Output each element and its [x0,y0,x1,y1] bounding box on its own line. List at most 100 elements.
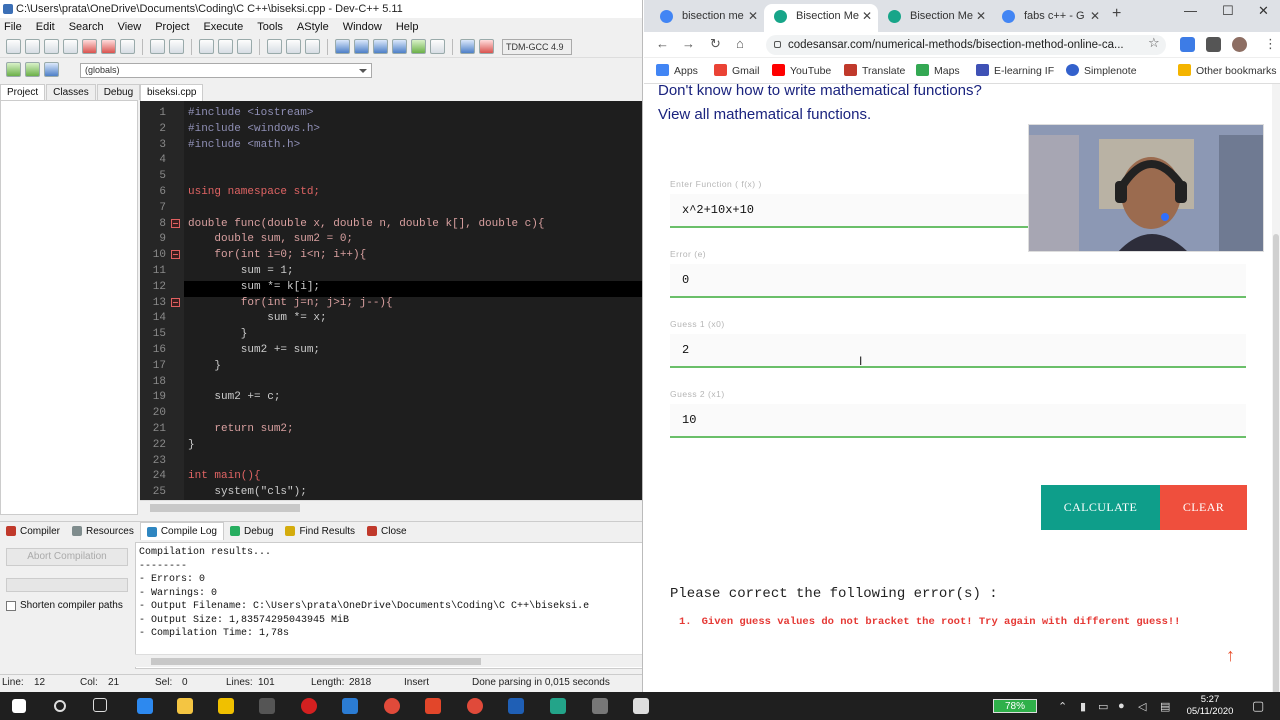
bookmark-youtube[interactable]: YouTube [772,64,831,77]
tray-keyboard-icon[interactable]: ▤ [1160,700,1170,713]
error-input[interactable]: 0 [670,264,1246,298]
tray-usb-icon[interactable]: ▮ [1080,700,1086,713]
forward-icon[interactable] [286,39,301,54]
tab-close[interactable]: Close [361,522,413,540]
profile-avatar[interactable] [1232,37,1247,52]
abort-compilation-button[interactable]: Abort Compilation [6,548,128,566]
bookmark-gmail[interactable]: Gmail [714,64,759,77]
bookmark-elearning[interactable]: E-learning IF [976,64,1054,77]
system-clock[interactable]: 5:27 05/11/2020 [1180,694,1240,718]
opera-icon[interactable] [301,698,317,714]
project-options-icon[interactable] [44,61,59,77]
print-icon[interactable] [120,39,135,54]
file-explorer-icon[interactable] [177,698,193,714]
find-icon[interactable] [199,39,214,54]
menu-help[interactable]: Help [396,21,419,33]
save-all-icon[interactable] [63,39,78,54]
project-panel[interactable] [0,100,138,515]
menu-execute[interactable]: Execute [203,21,243,33]
shorten-paths-checkbox[interactable] [6,600,16,611]
window-close-icon[interactable]: ✕ [1258,3,1269,19]
globals-dropdown[interactable]: (globals) [80,63,372,78]
menu-kebab-icon[interactable]: ⋮ [1264,36,1277,52]
back-icon[interactable]: ← [656,36,669,51]
search-icon[interactable] [54,700,66,712]
maximize-icon[interactable]: ☐ [1222,3,1234,19]
clear-button[interactable]: CLEAR [1160,485,1247,530]
debug-icon[interactable] [479,39,494,54]
goto-line-icon[interactable] [237,39,252,54]
bookmark-icon[interactable] [305,39,320,54]
tab-project[interactable]: Project [0,84,46,100]
view-functions-link[interactable]: View all mathematical functions. [658,106,871,123]
tray-up-icon[interactable]: ⌃ [1058,700,1067,713]
browser-tab-active[interactable]: Bisection Me ✕ [764,4,878,32]
fold-toggle-icon[interactable] [171,250,180,260]
bookmark-apps[interactable]: Apps [656,64,698,77]
guess2-input[interactable]: 10 [670,404,1246,438]
tab-debug[interactable]: Debug [96,84,141,100]
calculate-button[interactable]: CALCULATE [1041,485,1160,530]
page-vertical-scrollbar[interactable] [1272,84,1280,692]
menu-astyle[interactable]: AStyle [297,21,329,33]
browser-tab[interactable]: Bisection Me ✕ [878,4,992,32]
new-tab-icon[interactable]: + [1112,5,1121,23]
undo-icon[interactable] [150,39,165,54]
home-icon[interactable]: ⌂ [736,36,744,51]
add-to-project-icon[interactable] [25,61,40,77]
scroll-thumb[interactable] [151,658,481,665]
bookmark-star-icon[interactable]: ☆ [1148,35,1160,51]
notifications-icon[interactable]: ▢ [1252,698,1264,714]
battery-indicator[interactable]: 78% [993,699,1037,713]
menu-tools[interactable]: Tools [257,21,283,33]
compiler-select[interactable]: TDM-GCC 4.9 [502,38,572,55]
bookmark-maps[interactable]: Maps [916,64,960,77]
fold-toggle-icon[interactable] [171,297,180,307]
chart-icon[interactable] [460,39,475,54]
chrome-icon[interactable] [384,698,400,714]
windows-start-icon[interactable] [12,699,26,713]
new-file-icon[interactable] [6,39,21,54]
pdf-app-icon[interactable] [425,698,441,714]
tray-volume-icon[interactable]: ◁ [1138,700,1146,713]
tab-close-icon[interactable]: ✕ [1090,4,1100,28]
url-bar[interactable]: codesansar.com/numerical-methods/bisecti… [766,35,1166,55]
task-view-icon[interactable] [93,698,107,712]
bookmark-simplenote[interactable]: Simplenote [1066,64,1137,77]
stop-icon[interactable] [430,39,445,54]
run-icon[interactable] [354,39,369,54]
scroll-to-top-icon[interactable]: ↑ [1226,645,1235,666]
guess1-input[interactable]: 2 [670,334,1246,368]
tray-mic-icon[interactable]: ● [1118,700,1125,712]
scroll-thumb[interactable] [1273,234,1279,692]
forward-icon[interactable]: → [682,36,695,51]
browser-tab[interactable]: bisection me ✕ [650,4,764,32]
scroll-thumb[interactable] [150,504,300,512]
tab-close-icon[interactable]: ✕ [862,4,872,28]
tab-compile-log[interactable]: Compile Log [139,522,224,540]
extensions-icon[interactable] [1206,37,1221,52]
close-file-icon[interactable] [82,39,97,54]
tab-resources[interactable]: Resources [66,522,140,540]
menu-window[interactable]: Window [343,21,382,33]
store-icon[interactable] [259,698,275,714]
menu-file[interactable]: File [4,21,22,33]
file-tab-biseksi[interactable]: biseksi.cpp [140,84,204,101]
rebuild-icon[interactable] [392,39,407,54]
browser-tab[interactable]: fabs c++ - G ✕ [992,4,1106,32]
menu-project[interactable]: Project [155,21,189,33]
redo-icon[interactable] [169,39,184,54]
tab-find-results[interactable]: Find Results [279,522,361,540]
reload-icon[interactable]: ↻ [710,36,721,52]
bookmark-other[interactable]: Other bookmarks [1178,64,1277,77]
sticky-app-icon[interactable] [218,698,234,714]
replace-icon[interactable] [218,39,233,54]
tab-close-icon[interactable]: ✕ [748,4,758,28]
fold-toggle-icon[interactable] [171,218,180,228]
close-all-icon[interactable] [101,39,116,54]
devcpp-taskbar-icon[interactable] [508,698,524,714]
shorten-paths-option[interactable]: Shorten compiler paths [6,600,123,611]
app-grey-icon[interactable] [592,698,608,714]
menu-search[interactable]: Search [69,21,104,33]
new-project-icon[interactable] [6,61,21,77]
